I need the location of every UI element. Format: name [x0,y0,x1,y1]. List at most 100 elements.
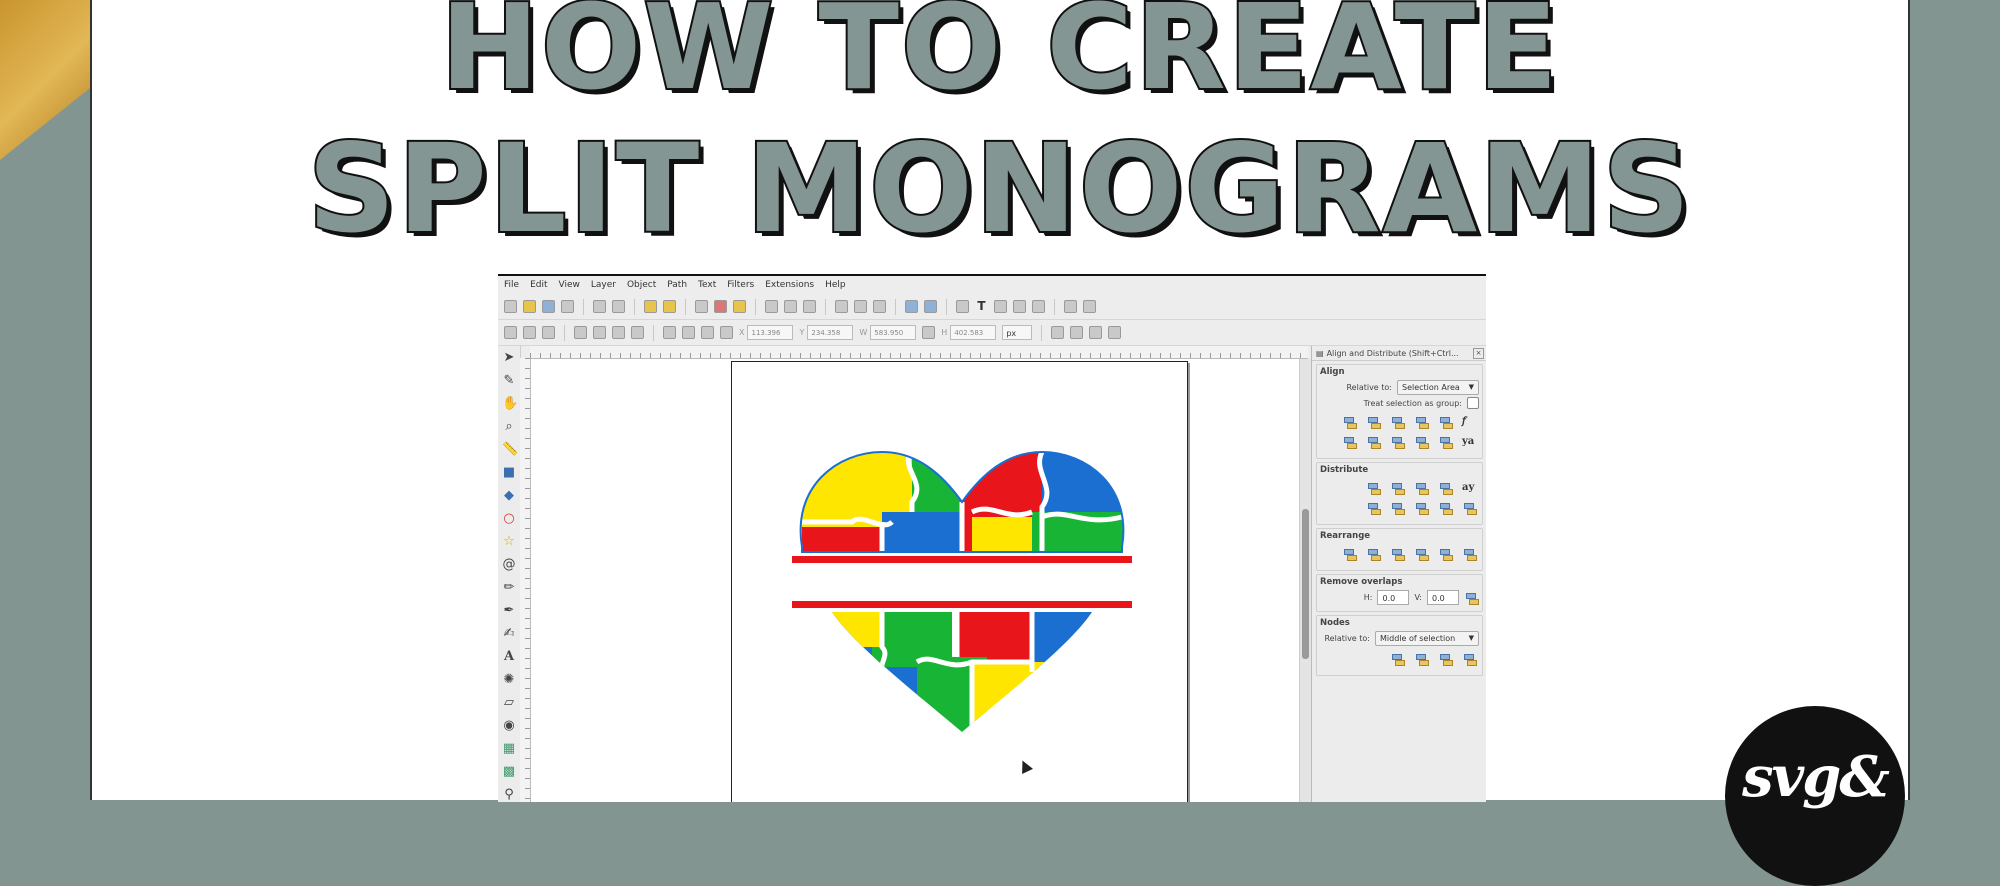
split-heart-monogram[interactable] [792,442,1132,732]
redo-icon[interactable] [663,300,676,313]
menu-object[interactable]: Object [627,280,656,290]
unlink-clone-icon[interactable] [873,300,886,313]
align-nodes-horizontal-icon[interactable] [1390,651,1405,666]
treat-as-group-checkbox[interactable] [1467,397,1479,409]
paste-icon[interactable] [733,300,746,313]
export-icon[interactable] [612,300,625,313]
distribute-nodes-horizontal-icon[interactable] [1438,651,1453,666]
remove-overlaps-icon[interactable] [1464,590,1479,605]
lower-icon[interactable] [701,326,714,339]
align-top-to-bottom-icon[interactable] [1438,434,1453,449]
align-top-icon[interactable] [1366,434,1381,449]
spiral-icon[interactable]: @ [502,558,516,572]
calligraphy-icon[interactable]: ✍ [502,627,516,641]
mesh-icon[interactable]: ▩ [502,765,516,779]
group-icon[interactable] [905,300,918,313]
distribute-baseline-v-icon[interactable] [1462,500,1477,515]
menu-layer[interactable]: Layer [591,280,616,290]
eraser-icon[interactable]: ▱ [502,696,516,710]
select-all-layers-icon[interactable] [523,326,536,339]
spray-icon[interactable]: ✺ [502,673,516,687]
zoom-icon[interactable]: ⌕ [502,420,516,434]
deselect-icon[interactable] [542,326,555,339]
menu-filters[interactable]: Filters [727,280,754,290]
align-relative-select[interactable]: Selection Area ▼ [1397,380,1479,395]
flip-vertical-icon[interactable] [631,326,644,339]
bucket-icon[interactable]: ◉ [502,719,516,733]
close-icon[interactable]: × [1473,347,1484,359]
pencil-icon[interactable]: ✏ [502,581,516,595]
raise-icon[interactable] [682,326,695,339]
open-icon[interactable] [523,300,536,313]
rotate-ccw-icon[interactable] [574,326,587,339]
align-baseline-icon[interactable]: ya [1462,434,1477,449]
node-icon[interactable]: ✎ [502,374,516,388]
align-left-icon[interactable] [1366,414,1381,429]
layers-icon[interactable] [994,300,1007,313]
zoom-page-icon[interactable] [803,300,816,313]
distribute-right-icon[interactable] [1414,480,1429,495]
distribute-nodes-vertical-icon[interactable] [1462,651,1477,666]
horizontal-ruler[interactable] [530,346,1308,359]
distribute-baseline-h-icon[interactable]: ay [1462,480,1477,495]
menu-path[interactable]: Path [667,280,687,290]
align-left-to-right-icon[interactable] [1438,414,1453,429]
distribute-bottom-icon[interactable] [1414,500,1429,515]
lock-proportions-icon[interactable] [922,326,936,339]
randomize-icon[interactable] [1438,546,1453,561]
align-dialog-icon[interactable] [1032,300,1045,313]
document-properties-icon[interactable] [1083,300,1096,313]
3dbox-icon[interactable]: ◆ [502,489,516,503]
align-right-to-left-icon[interactable] [1342,414,1357,429]
scrollbar-thumb[interactable] [1302,509,1309,659]
transform-gradients-icon[interactable] [1089,326,1103,339]
menu-view[interactable]: View [559,280,580,290]
scale-corners-icon[interactable] [1070,326,1084,339]
clone-icon[interactable] [854,300,867,313]
menu-file[interactable]: File [504,280,519,290]
rotate-cw-icon[interactable] [593,326,606,339]
align-right-icon[interactable] [1414,414,1429,429]
transform-patterns-icon[interactable] [1108,326,1122,339]
height-field[interactable]: 402.583 [950,325,997,340]
width-field[interactable]: 583.950 [870,325,917,340]
center-horizontal-axis-icon[interactable] [1390,434,1405,449]
preferences-icon[interactable] [1064,300,1077,313]
y-field[interactable]: 234.358 [807,325,854,340]
new-document-icon[interactable] [504,300,517,313]
distribute-gaps-v-icon[interactable] [1438,500,1453,515]
center-vertical-axis-icon[interactable] [1390,414,1405,429]
align-bottom-to-top-icon[interactable] [1342,434,1357,449]
text-icon[interactable]: A [502,650,516,664]
nodes-relative-select[interactable]: Middle of selection ▼ [1375,631,1479,646]
distribute-left-icon[interactable] [1366,480,1381,495]
zoom-drawing-icon[interactable] [784,300,797,313]
exchange-z-order-icon[interactable] [1390,546,1405,561]
pen-icon[interactable]: ✒ [502,604,516,618]
unclump-icon[interactable] [1462,546,1477,561]
measure-icon[interactable]: 📏 [502,443,518,457]
fill-stroke-icon[interactable] [956,300,969,313]
selector-icon[interactable]: ➤ [502,351,516,365]
undo-icon[interactable] [644,300,657,313]
align-nodes-vertical-icon[interactable] [1414,651,1429,666]
save-icon[interactable] [542,300,555,313]
flip-horizontal-icon[interactable] [612,326,625,339]
vertical-ruler[interactable] [520,358,531,802]
x-field[interactable]: 113.396 [747,325,794,340]
distribute-center-v-icon[interactable] [1390,500,1405,515]
tweak-icon[interactable]: ✋ [502,397,518,411]
ungroup-icon[interactable] [924,300,937,313]
menu-edit[interactable]: Edit [530,280,547,290]
distribute-center-h-icon[interactable] [1390,480,1405,495]
menu-help[interactable]: Help [825,280,846,290]
graph-layout-icon[interactable] [1342,546,1357,561]
print-icon[interactable] [561,300,574,313]
unit-select[interactable]: px [1002,325,1033,340]
lower-bottom-icon[interactable] [720,326,733,339]
distribute-gaps-h-icon[interactable] [1438,480,1453,495]
canvas[interactable] [531,359,1299,802]
duplicate-icon[interactable] [835,300,848,313]
ellipse-icon[interactable]: ○ [502,512,516,526]
v-gap-input[interactable]: 0.0 [1427,590,1459,605]
